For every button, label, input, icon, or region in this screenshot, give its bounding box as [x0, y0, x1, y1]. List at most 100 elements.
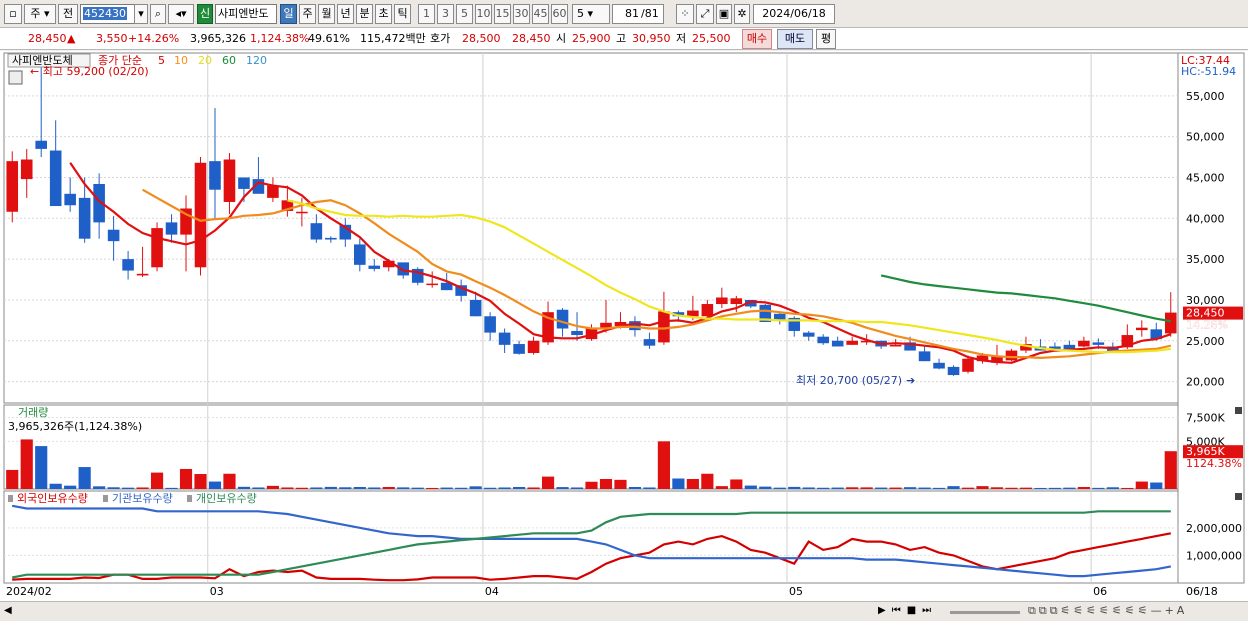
interval-select-value: 5: [577, 7, 584, 20]
period-tab-4[interactable]: 분: [356, 4, 373, 24]
candle-body: [1005, 350, 1018, 361]
volume-bar: [744, 485, 757, 489]
period-tab-0[interactable]: 일: [280, 4, 297, 24]
price-tick-label: 50,000: [1186, 131, 1225, 144]
sell-button[interactable]: 매도: [777, 29, 813, 49]
period-tab-6[interactable]: 틱: [394, 4, 411, 24]
holdings-line-2: [11, 510, 1171, 579]
volume-bar: [976, 486, 989, 489]
interval-button-60[interactable]: 60: [551, 4, 568, 24]
bid-value-2: 28,450: [512, 32, 551, 45]
market-type-label: 주: [30, 7, 41, 20]
candle-body: [773, 313, 786, 320]
search-icon[interactable]: ⌕: [150, 4, 166, 24]
period-tab-1[interactable]: 주: [299, 4, 316, 24]
holdings-legend-marker: [8, 495, 13, 502]
x-right-label: 06/18: [1186, 585, 1218, 598]
gear-icon[interactable]: ✲: [734, 4, 750, 24]
candle-body: [64, 193, 76, 206]
interval-button-45[interactable]: 45: [532, 4, 549, 24]
market-type-select[interactable]: 주 ▾: [24, 4, 56, 24]
tool-icons[interactable]: ⧉⧉⧉⚟⚟⚟⚟⚟⚟⚟—+A: [1028, 604, 1187, 618]
volume-bar: [1034, 487, 1047, 489]
current-price: 28,450: [28, 32, 67, 45]
volume-bars-group: [6, 439, 1177, 489]
code-dropdown-icon[interactable]: ▾: [134, 4, 148, 24]
legend-ma-5: 5: [158, 54, 165, 67]
period-tab-2[interactable]: 월: [318, 4, 335, 24]
candle-body: [1164, 312, 1177, 334]
scroll-left-icon[interactable]: ◀: [4, 605, 12, 616]
candle-body: [701, 304, 714, 317]
period-tab-3[interactable]: 년: [337, 4, 354, 24]
interval-button-5[interactable]: 5: [456, 4, 473, 24]
volume-bar: [1063, 487, 1076, 489]
volume-bar: [266, 485, 279, 489]
volume-bar: [397, 487, 410, 489]
volume-bar: [281, 487, 294, 489]
interval-select[interactable]: 5 ▾: [572, 4, 610, 24]
volume-bar: [368, 487, 381, 489]
high-marker-label: ← 최고 59,200 (02/20): [30, 65, 149, 78]
volume-value-text: 3,965,326주(1,124.38%): [8, 420, 142, 433]
zoom-icon[interactable]: ⤢: [696, 4, 714, 24]
holdings-legend-2: 개인보유수량: [196, 492, 257, 505]
candle-body: [687, 310, 699, 317]
candle-body: [947, 366, 960, 376]
change-arrow-icon: ▲: [67, 32, 76, 45]
volume-bar: [875, 487, 888, 489]
candle-body: [802, 332, 815, 337]
candle-body: [209, 161, 221, 190]
date-input[interactable]: 2024/06/18: [753, 4, 835, 24]
candle-body: [556, 309, 569, 329]
candle-body: [846, 340, 858, 345]
candle-body: [354, 244, 366, 265]
interval-button-1[interactable]: 1: [418, 4, 435, 24]
period-button[interactable]: 전: [58, 4, 78, 24]
chart-area[interactable]: 20,000 25,000 30,000 35,000 40,000 45,000 50,0…: [0, 51, 1248, 601]
interval-button-30[interactable]: 30: [513, 4, 530, 24]
x-tick-label: 04: [485, 585, 499, 598]
volume-bar: [136, 487, 149, 489]
window-menu-icon[interactable]: ▫: [4, 4, 22, 24]
bottom-scrollbar[interactable]: ◀ ▶⏮■⏭ ⧉⧉⧉⚟⚟⚟⚟⚟⚟⚟—+A: [0, 601, 1248, 621]
volume-bar: [904, 487, 917, 489]
price-tick-label: 40,000: [1186, 212, 1225, 225]
volume-bar: [961, 487, 975, 489]
candle-body: [107, 229, 120, 242]
price-tick-label: 55,000: [1186, 90, 1225, 103]
volume-bar: [527, 487, 540, 489]
interval-button-10[interactable]: 10: [475, 4, 492, 24]
navigation-icons[interactable]: ▶⏮■⏭: [878, 605, 937, 616]
candle-body: [6, 161, 19, 212]
candle-body: [730, 298, 743, 305]
volume-bar: [846, 487, 859, 489]
stock-chart-svg[interactable]: 20,000 25,000 30,000 35,000 40,000 45,000 50,0…: [0, 51, 1248, 601]
volume-bar: [20, 439, 33, 489]
buy-button[interactable]: 매수: [742, 29, 772, 49]
interval-button-15[interactable]: 15: [494, 4, 511, 24]
speaker-icon[interactable]: ◂▾: [168, 4, 194, 24]
candle-body: [527, 340, 540, 354]
crosshair-icon[interactable]: ⁘: [676, 4, 694, 24]
volume-bar: [628, 486, 642, 489]
price-tick-label: 20,000: [1186, 376, 1225, 389]
volume-bar: [411, 487, 424, 489]
legend-ma-60: 60: [222, 54, 236, 67]
holdings-legend-marker: [187, 495, 192, 502]
low-label: 저: [676, 32, 687, 45]
volume-tick-label: 7,500K: [1186, 411, 1225, 424]
high-value: 30,950: [632, 32, 671, 45]
zoom-slider[interactable]: [950, 611, 1020, 614]
stock-name-field[interactable]: 사피엔반도: [215, 4, 277, 24]
candle-body: [20, 159, 33, 180]
interval-button-3[interactable]: 3: [437, 4, 454, 24]
save-icon[interactable]: ▣: [716, 4, 732, 24]
candle-body: [498, 332, 511, 345]
period-tab-5[interactable]: 초: [375, 4, 392, 24]
low-marker-label: 최저 20,700 (05/27): [796, 374, 902, 387]
holdings-legend-marker: [103, 495, 108, 502]
holdings-legend-0: 외국인보유수량: [17, 492, 88, 505]
eval-button[interactable]: 평: [816, 29, 836, 49]
x-tick-label: 06: [1093, 585, 1107, 598]
